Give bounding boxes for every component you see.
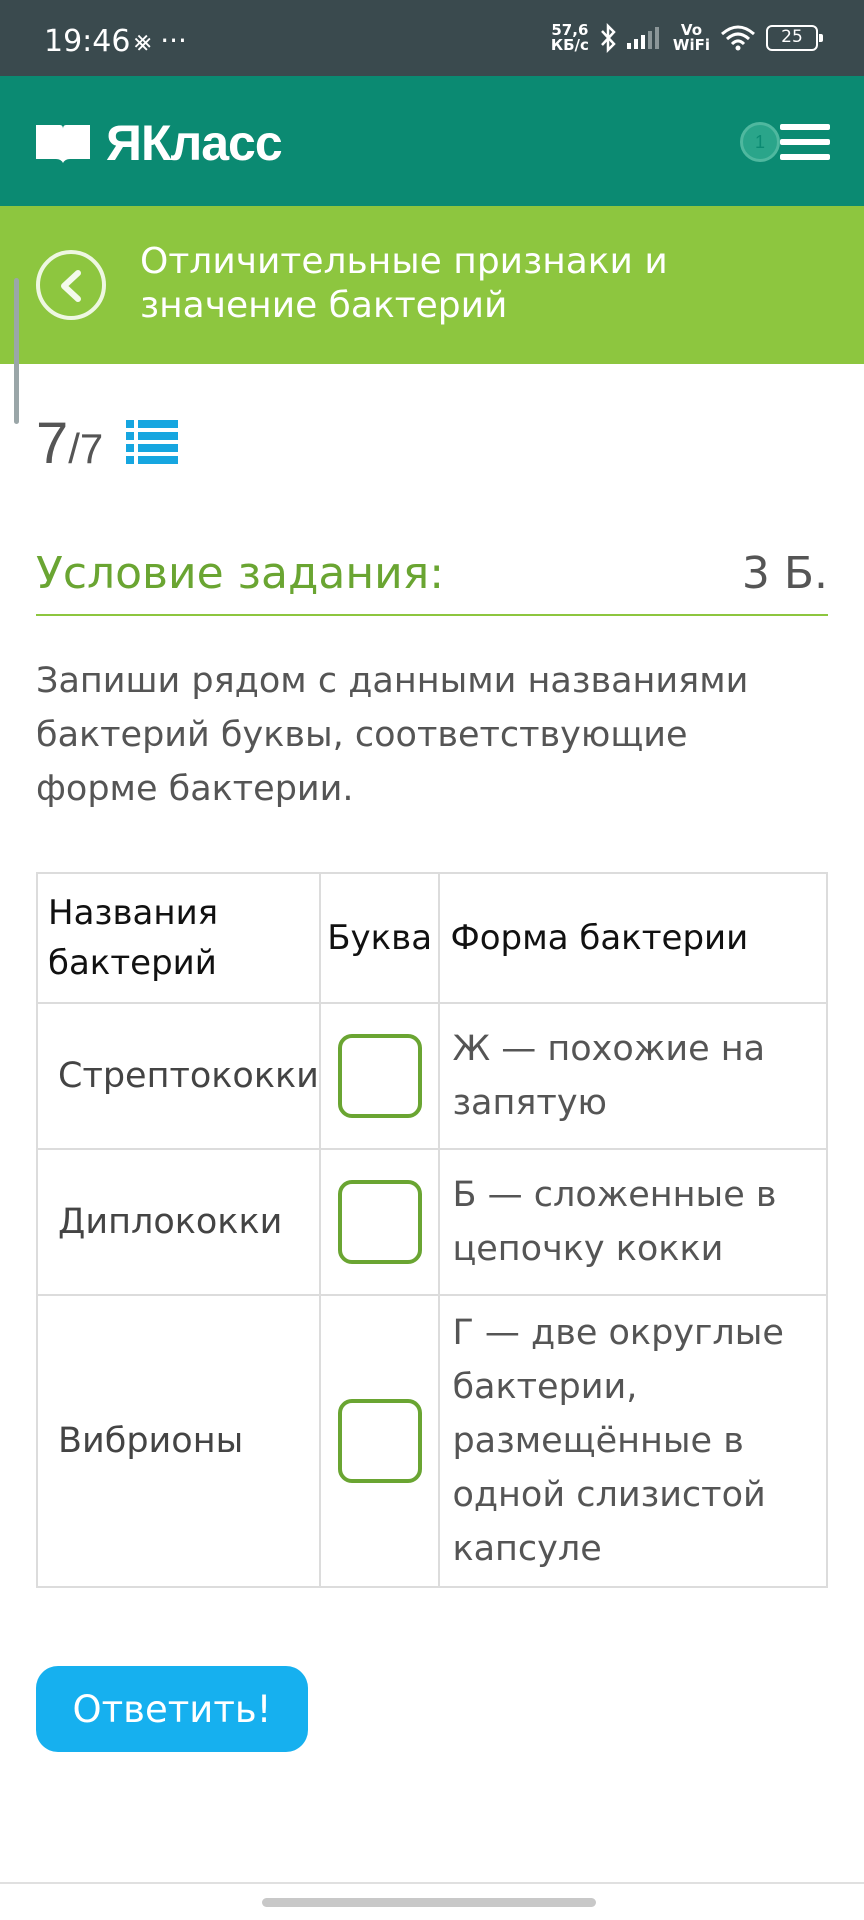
signal-icon xyxy=(626,27,659,49)
bacteria-name: Стрептококки xyxy=(36,1002,321,1150)
column-header: Форма бактерии xyxy=(438,872,828,1004)
menu-icon[interactable] xyxy=(780,124,830,160)
scroll-indicator xyxy=(14,278,19,424)
table-row: Вибрионы Г — две округлые бактерии, разм… xyxy=(36,1294,828,1588)
status-indicators: 57,6 КБ/с Vo WiFi 25 xyxy=(550,18,823,58)
table-row: Диплококки Б — сложенные в цепочку кокки xyxy=(36,1148,828,1296)
task-points: 3 Б. xyxy=(741,548,828,599)
bacteria-name: Диплококки xyxy=(36,1148,321,1296)
battery-icon: 25 xyxy=(766,25,823,51)
letter-cell xyxy=(318,1148,441,1296)
book-icon xyxy=(36,125,90,163)
column-header: Буква xyxy=(318,872,441,1004)
progress-total: /7 xyxy=(68,425,104,472)
home-gesture-bar[interactable] xyxy=(262,1898,596,1907)
submit-button[interactable]: Ответить! xyxy=(36,1666,308,1752)
status-bar: 19:46 ⨳ ··· 57,6 КБ/с Vo WiFi 25 xyxy=(0,0,864,76)
letter-input[interactable] xyxy=(337,1399,422,1483)
letter-input[interactable] xyxy=(337,1180,422,1264)
letter-cell xyxy=(318,1002,441,1150)
bluetooth-icon xyxy=(601,23,616,53)
table-row: Стрептококки Ж — похожие на запятую xyxy=(36,1002,828,1150)
task-condition-label: Условие задания: xyxy=(36,548,445,599)
bacteria-form: Ж — похожие на запятую xyxy=(438,1002,828,1150)
column-header: Названия бактерий xyxy=(36,872,321,1004)
yaklass-logo[interactable]: ЯКласс xyxy=(34,114,283,172)
app-header: ЯКласс 1 xyxy=(0,76,864,206)
logo-text: ЯКласс xyxy=(106,115,283,171)
wifi-icon xyxy=(721,25,755,51)
nav-divider xyxy=(0,1882,864,1884)
bacteria-form: Г — две округлые бактерии, размещённые в… xyxy=(438,1294,828,1588)
status-time: 19:46 xyxy=(44,24,131,59)
task-list-icon[interactable] xyxy=(126,418,178,466)
table-header-row: Названия бактерий Буква Форма бактерии xyxy=(36,872,828,1004)
progress-current: 7 xyxy=(36,411,69,476)
network-speed: 57,6 КБ/с xyxy=(550,21,589,54)
bacteria-form: Б — сложенные в цепочку кокки xyxy=(438,1148,828,1296)
task-progress: 7 /7 xyxy=(36,410,103,477)
divider xyxy=(36,614,828,616)
vowifi-icon: Vo WiFi xyxy=(672,21,710,54)
letter-input[interactable] xyxy=(337,1034,422,1118)
notification-badge[interactable]: 1 xyxy=(740,122,780,162)
back-button[interactable] xyxy=(36,250,106,320)
topic-bar: Отличительные признаки и значение бактер… xyxy=(0,206,864,364)
notification-icons: ⨳ ··· xyxy=(134,24,187,57)
task-text: Запиши рядом с данными названиями бактер… xyxy=(36,661,749,809)
chevron-left-icon xyxy=(61,270,81,302)
letter-cell xyxy=(318,1294,441,1588)
matching-table: Названия бактерий Буква Форма бактерии С… xyxy=(36,872,828,1588)
topic-title: Отличительные признаки и значение бактер… xyxy=(140,241,668,326)
bacteria-name: Вибрионы xyxy=(36,1294,321,1588)
